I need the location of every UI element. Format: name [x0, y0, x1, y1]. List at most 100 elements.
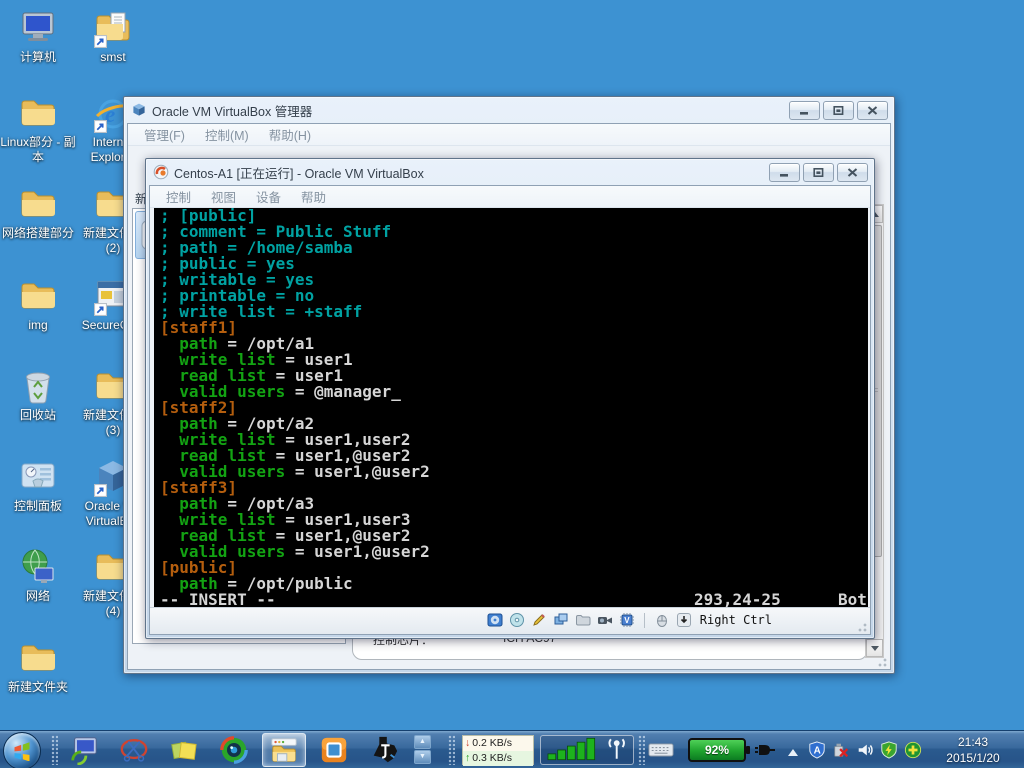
recycle-bin-icon: [18, 366, 58, 406]
desktop-icon-label: 控制面板: [13, 499, 62, 513]
desktop-icon-folder-7[interactable]: 新建文件夹: [0, 638, 76, 695]
folder-icon: [18, 93, 58, 133]
desktop-icon-doc-folder-0[interactable]: smst: [75, 8, 151, 65]
vm-window: Centos-A1 [正在运行] - Oracle VM VirtualBox …: [145, 158, 875, 639]
shield-green-tray-icon[interactable]: [880, 741, 898, 759]
volume-tray-icon[interactable]: [856, 741, 874, 759]
desktop-icon-computer-0[interactable]: 计算机: [0, 8, 76, 65]
chip-status-icon[interactable]: V: [619, 612, 635, 628]
manager-menu-1[interactable]: 控制(M): [195, 125, 259, 144]
battery-indicator[interactable]: 92%: [688, 738, 777, 762]
manager-menu-0[interactable]: 管理(F): [134, 125, 195, 144]
desktop-icon-folder-3[interactable]: img: [0, 276, 76, 333]
terminal-line: ; write list = +staff: [160, 302, 363, 321]
desktop-icon-network-globe-6[interactable]: 网络: [0, 547, 76, 604]
vm-window-title: Centos-A1 [正在运行] - Oracle VM VirtualBox: [174, 166, 424, 181]
vm-statusbar: V Right Ctrl: [150, 607, 870, 634]
manager-window-title: Oracle VM VirtualBox 管理器: [152, 104, 313, 119]
media-player-icon: [220, 736, 248, 764]
keyboard-capture-status-icon[interactable]: [676, 612, 692, 628]
computer-icon: [18, 8, 58, 48]
usb-remove-tray-icon[interactable]: [832, 741, 850, 759]
harddisk-status-icon[interactable]: [487, 612, 503, 628]
desktop-icon-label: smst: [100, 50, 126, 64]
desktop-icon-label: 回收站: [19, 408, 56, 422]
shared-folder-status-icon[interactable]: [575, 612, 591, 628]
media-player-taskbar-button[interactable]: [212, 733, 256, 767]
vm-minimize-button[interactable]: [769, 163, 800, 182]
keyboard-indicator-icon[interactable]: [648, 741, 674, 763]
snipping-icon: [120, 738, 148, 762]
terminal-line: valid users = user1,@user2: [160, 462, 430, 481]
start-button[interactable]: [3, 732, 41, 768]
terminal-line: valid users = @manager_: [160, 382, 401, 401]
network-speed-monitor[interactable]: ↓ 0.2 KB/s ↑ 0.3 KB/s: [462, 735, 534, 766]
vm-titlebar[interactable]: Centos-A1 [正在运行] - Oracle VM VirtualBox: [146, 159, 874, 185]
vm-menu-0[interactable]: 控制: [156, 187, 201, 206]
terminal-screen[interactable]: ; [public]; comment = Public Stuff; path…: [154, 208, 868, 608]
optical-status-icon[interactable]: [509, 612, 525, 628]
snipping-taskbar-button[interactable]: [112, 733, 156, 767]
manager-close-button[interactable]: [857, 101, 888, 120]
taskbar-grip[interactable]: [51, 735, 58, 765]
clock-date: 2015/1/20: [946, 751, 1000, 765]
show-hidden-icons-arrow[interactable]: [788, 744, 798, 756]
desktop-icon-control-panel-5[interactable]: 控制面板: [0, 457, 76, 514]
vm-close-button[interactable]: [837, 163, 868, 182]
manager-minimize-button[interactable]: [789, 101, 820, 120]
taskbar-grip[interactable]: [448, 735, 455, 765]
desktop-icon-recycle-bin-4[interactable]: 回收站: [0, 366, 76, 423]
battery-icon: 92%: [688, 738, 750, 762]
power-plug-icon: [755, 745, 775, 755]
taskbar-scroll-arrows: ▲ ▼: [414, 735, 431, 764]
health-plus-tray-icon[interactable]: [904, 741, 922, 759]
vm-maximize-button[interactable]: [803, 163, 834, 182]
control-panel-icon: [18, 457, 58, 497]
windows-status-icon[interactable]: [553, 612, 569, 628]
vm-window-icon: [153, 164, 169, 180]
folder-icon: [18, 276, 58, 316]
explorer-taskbar-button[interactable]: [262, 733, 306, 767]
folder-icon: [18, 638, 58, 678]
manager-maximize-button[interactable]: [823, 101, 854, 120]
manager-menu-2[interactable]: 帮助(H): [259, 125, 321, 144]
vim-ruler: 293,24-25: [694, 590, 781, 608]
virtualbox-cube-icon: [131, 102, 147, 118]
svg-text:A: A: [814, 746, 821, 757]
wireless-signal-panel[interactable]: [540, 735, 634, 765]
vm-menu-2[interactable]: 设备: [246, 187, 291, 206]
manager-titlebar[interactable]: Oracle VM VirtualBox 管理器: [124, 97, 894, 123]
remote-desktop-icon: [71, 737, 97, 765]
video-capture-status-icon[interactable]: [597, 612, 613, 628]
mouse-status-icon[interactable]: [654, 612, 670, 628]
signal-bars-icon: [547, 737, 596, 761]
shield-a-tray-icon[interactable]: A: [808, 741, 826, 759]
taskbar-scroll-down[interactable]: ▼: [414, 750, 431, 764]
taskbar-scroll-up[interactable]: ▲: [414, 735, 431, 749]
remote-desktop-taskbar-button[interactable]: [62, 733, 106, 767]
pencil-status-icon[interactable]: [531, 612, 547, 628]
vmware-taskbar-button[interactable]: [312, 733, 356, 767]
taskbar-grip[interactable]: [638, 735, 645, 765]
sticky-notes-taskbar-button[interactable]: [162, 733, 206, 767]
vm-menu-1[interactable]: 视图: [201, 187, 246, 206]
taskbar-clock[interactable]: 21:43 2015/1/20: [930, 734, 1016, 766]
system-tray: A: [808, 741, 922, 759]
manager-menubar: 管理(F) 控制(M) 帮助(H): [128, 124, 890, 146]
vm-menu-3[interactable]: 帮助: [291, 187, 336, 206]
vm-resize-grip[interactable]: [855, 620, 867, 632]
desktop-icon-label: Linux部分 - 副本: [0, 135, 76, 164]
desktop-icon-folder-1[interactable]: Linux部分 - 副本: [0, 93, 76, 165]
manager-resize-grip[interactable]: [875, 655, 887, 667]
statusbar-separator: [643, 612, 645, 628]
vim-mode: -- INSERT --: [160, 590, 276, 608]
desktop-icon-label: 网络搭建部分: [1, 226, 74, 240]
desktop: 计算机 Linux部分 - 副本网络搭建部分 img 回收站控制面板网络新建文件夹 sm…: [0, 0, 1024, 768]
upload-speed: 0.3 KB/s: [472, 752, 512, 764]
svg-text:V: V: [624, 616, 630, 625]
antenna-icon: [608, 738, 625, 759]
ti-texas-taskbar-button[interactable]: [362, 733, 406, 767]
windows-flag-icon: [14, 742, 30, 761]
taskbar: ▲ ▼ ↓ 0.2 KB/s ↑ 0.3 KB/s 92% A 21:43 20…: [0, 730, 1024, 768]
desktop-icon-folder-2[interactable]: 网络搭建部分: [0, 184, 76, 241]
